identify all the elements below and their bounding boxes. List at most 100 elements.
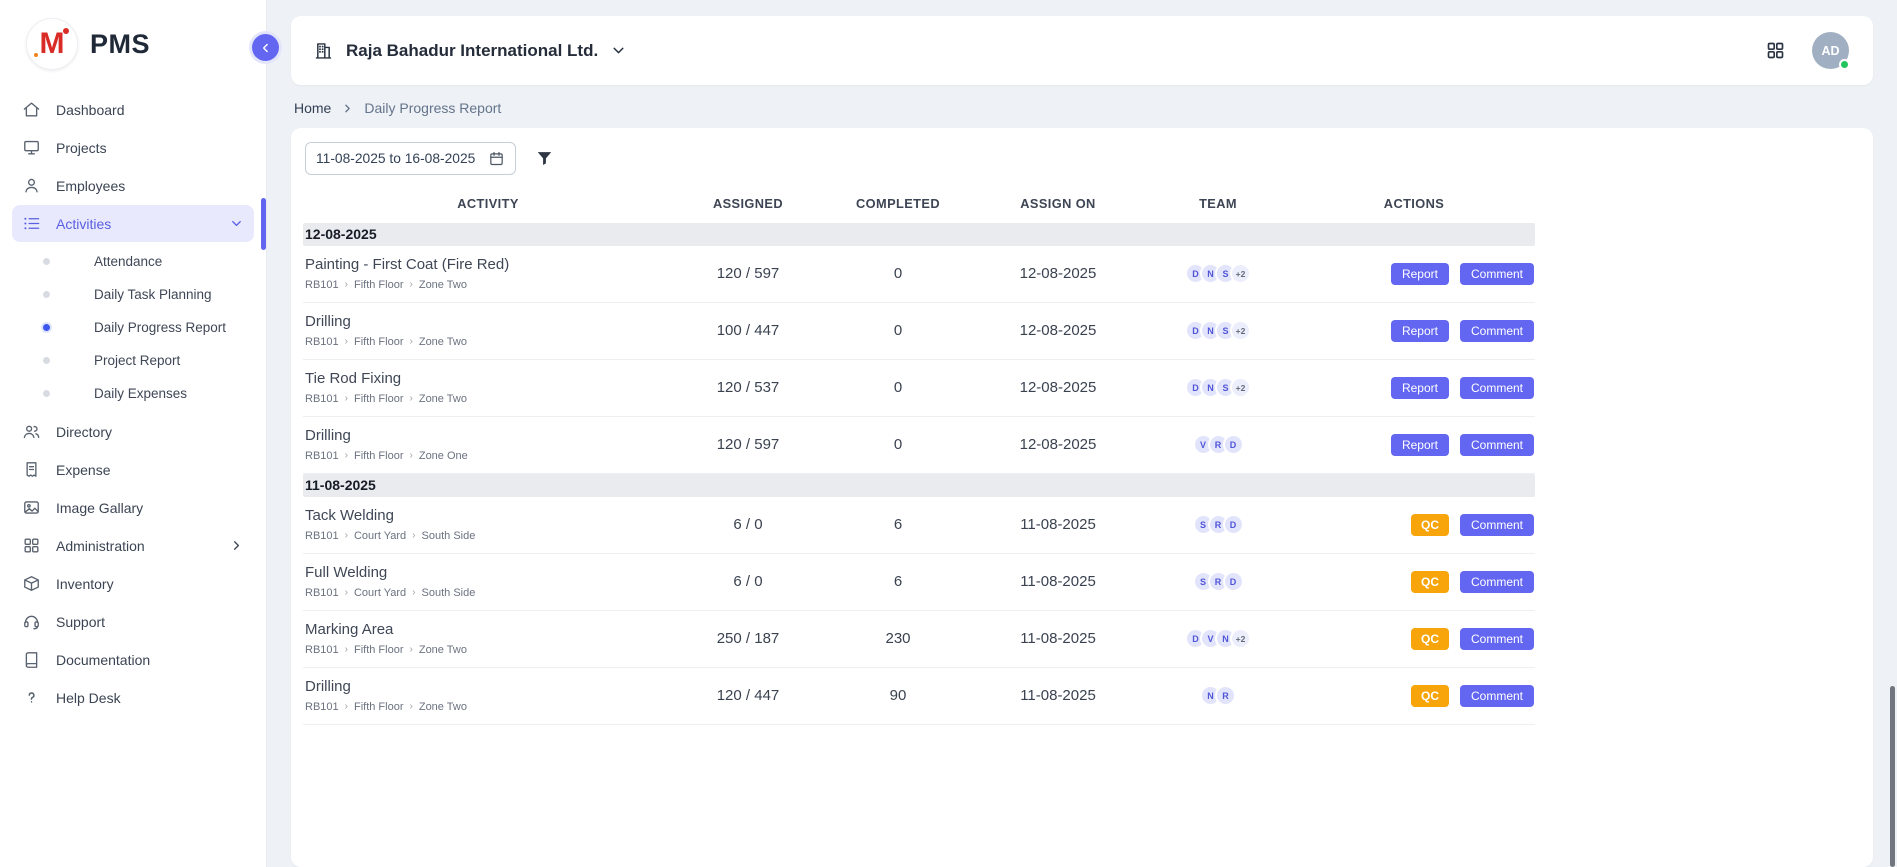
comment-button[interactable]: Comment <box>1460 628 1534 650</box>
sidebar-item-administration[interactable]: Administration <box>12 527 254 564</box>
app-name: PMS <box>90 29 150 60</box>
comment-button[interactable]: Comment <box>1460 514 1534 536</box>
report-button[interactable]: Report <box>1391 320 1449 342</box>
breadcrumb-home[interactable]: Home <box>294 100 331 116</box>
sidebar-subitem-label: Attendance <box>94 254 162 269</box>
activity-path: RB101›Court Yard›South Side <box>305 530 673 542</box>
online-status-dot <box>1839 59 1850 70</box>
actions-cell: QC Comment <box>1293 514 1535 536</box>
company-selector[interactable]: Raja Bahadur International Ltd. <box>313 40 627 61</box>
chevron-down-icon <box>229 216 244 231</box>
calendar-icon[interactable] <box>488 150 505 167</box>
qc-button[interactable]: QC <box>1411 685 1449 707</box>
qc-button[interactable]: QC <box>1411 514 1449 536</box>
sidebar-item-image-gallery[interactable]: Image Gallary <box>12 489 254 526</box>
actions-cell: Report Comment <box>1293 434 1535 456</box>
directory-people-icon <box>22 422 41 441</box>
column-actions: ACTIONS <box>1293 196 1535 211</box>
sidebar-item-activities[interactable]: Activities <box>12 205 254 242</box>
date-group-header: 12-08-2025 <box>303 223 1535 246</box>
report-button[interactable]: Report <box>1391 263 1449 285</box>
company-name: Raja Bahadur International Ltd. <box>346 41 598 61</box>
table-row: DrillingRB101›Fifth Floor›Zone One120 / … <box>303 417 1535 474</box>
activity-cell: Painting - First Coat (Fire Red)RB101›Fi… <box>303 256 673 291</box>
active-indicator <box>261 198 266 250</box>
sidebar-item-employees[interactable]: Employees <box>12 167 254 204</box>
comment-button[interactable]: Comment <box>1460 263 1534 285</box>
table-row: Tack WeldingRB101›Court Yard›South Side6… <box>303 497 1535 554</box>
assign-on-cell: 12-08-2025 <box>973 322 1143 339</box>
sidebar-menu: Dashboard Projects Employees Activities … <box>0 84 266 716</box>
apps-grid-icon[interactable] <box>1765 40 1786 61</box>
sidebar-item-projects[interactable]: Projects <box>12 129 254 166</box>
comment-button[interactable]: Comment <box>1460 685 1534 707</box>
sidebar-item-documentation[interactable]: Documentation <box>12 641 254 678</box>
report-button[interactable]: Report <box>1391 377 1449 399</box>
building-icon <box>313 40 334 61</box>
activity-cell: Full WeldingRB101›Court Yard›South Side <box>303 564 673 599</box>
scrollbar-thumb[interactable] <box>1890 686 1895 867</box>
assigned-cell: 6 / 0 <box>673 516 823 533</box>
team-extra-badge: +2 <box>1230 628 1251 649</box>
qc-button[interactable]: QC <box>1411 628 1449 650</box>
sidebar-subitem-daily-task-planning[interactable]: Daily Task Planning <box>0 278 266 311</box>
sidebar-item-help-desk[interactable]: Help Desk <box>12 679 254 716</box>
sidebar-item-directory[interactable]: Directory <box>12 413 254 450</box>
path-segment: Fifth Floor <box>354 393 404 405</box>
sidebar-item-label: Documentation <box>56 652 150 668</box>
filter-icon[interactable] <box>535 149 554 168</box>
chevron-right-icon: › <box>345 337 348 347</box>
column-activity: ACTIVITY <box>303 196 673 211</box>
chevron-right-icon: › <box>410 280 413 290</box>
chevron-right-icon: › <box>410 645 413 655</box>
sidebar-subitem-attendance[interactable]: Attendance <box>0 245 266 278</box>
report-card: ACTIVITY ASSIGNED COMPLETED ASSIGN ON TE… <box>291 128 1873 867</box>
table-body: 12-08-2025 Painting - First Coat (Fire Re… <box>303 223 1535 725</box>
date-range-field[interactable] <box>305 142 516 175</box>
path-segment: Zone Two <box>419 279 467 291</box>
chevron-right-icon: › <box>345 702 348 712</box>
comment-button[interactable]: Comment <box>1460 377 1534 399</box>
team-extra-badge: +2 <box>1230 377 1251 398</box>
path-segment: South Side <box>422 587 476 599</box>
table-row: DrillingRB101›Fifth Floor›Zone Two100 / … <box>303 303 1535 360</box>
chevron-down-icon <box>610 42 627 59</box>
sidebar-subitem-daily-progress-report[interactable]: Daily Progress Report <box>0 311 266 344</box>
chevron-right-icon: › <box>345 645 348 655</box>
assigned-cell: 6 / 0 <box>673 573 823 590</box>
activity-title: Painting - First Coat (Fire Red) <box>305 256 673 273</box>
activity-cell: DrillingRB101›Fifth Floor›Zone One <box>303 427 673 462</box>
qc-button[interactable]: QC <box>1411 571 1449 593</box>
completed-cell: 0 <box>823 265 973 282</box>
activities-submenu: Attendance Daily Task Planning Daily Pro… <box>0 243 266 412</box>
completed-cell: 0 <box>823 379 973 396</box>
actions-cell: QC Comment <box>1293 685 1535 707</box>
assigned-cell: 120 / 537 <box>673 379 823 396</box>
projects-icon <box>22 138 41 157</box>
date-range-input[interactable] <box>316 151 482 166</box>
path-segment: Zone Two <box>419 644 467 656</box>
comment-button[interactable]: Comment <box>1460 320 1534 342</box>
sidebar-item-expense[interactable]: Expense <box>12 451 254 488</box>
report-button[interactable]: Report <box>1391 434 1449 456</box>
chevron-right-icon: › <box>412 588 415 598</box>
assigned-cell: 120 / 597 <box>673 436 823 453</box>
activity-cell: Tie Rod FixingRB101›Fifth Floor›Zone Two <box>303 370 673 405</box>
path-segment: Fifth Floor <box>354 279 404 291</box>
sidebar-item-inventory[interactable]: Inventory <box>12 565 254 602</box>
activity-title: Drilling <box>305 678 673 695</box>
column-assign-on: ASSIGN ON <box>973 196 1143 211</box>
comment-button[interactable]: Comment <box>1460 434 1534 456</box>
user-avatar[interactable]: AD <box>1812 32 1849 69</box>
column-team: TEAM <box>1143 196 1293 211</box>
path-segment: Court Yard <box>354 530 406 542</box>
comment-button[interactable]: Comment <box>1460 571 1534 593</box>
sidebar-item-label: Support <box>56 614 105 630</box>
sidebar-collapse-button[interactable] <box>252 34 279 61</box>
sidebar-subitem-daily-expenses[interactable]: Daily Expenses <box>0 377 266 410</box>
sidebar-subitem-project-report[interactable]: Project Report <box>0 344 266 377</box>
sidebar-item-label: Employees <box>56 178 125 194</box>
activity-title: Drilling <box>305 427 673 444</box>
sidebar-item-support[interactable]: Support <box>12 603 254 640</box>
sidebar-item-dashboard[interactable]: Dashboard <box>12 91 254 128</box>
